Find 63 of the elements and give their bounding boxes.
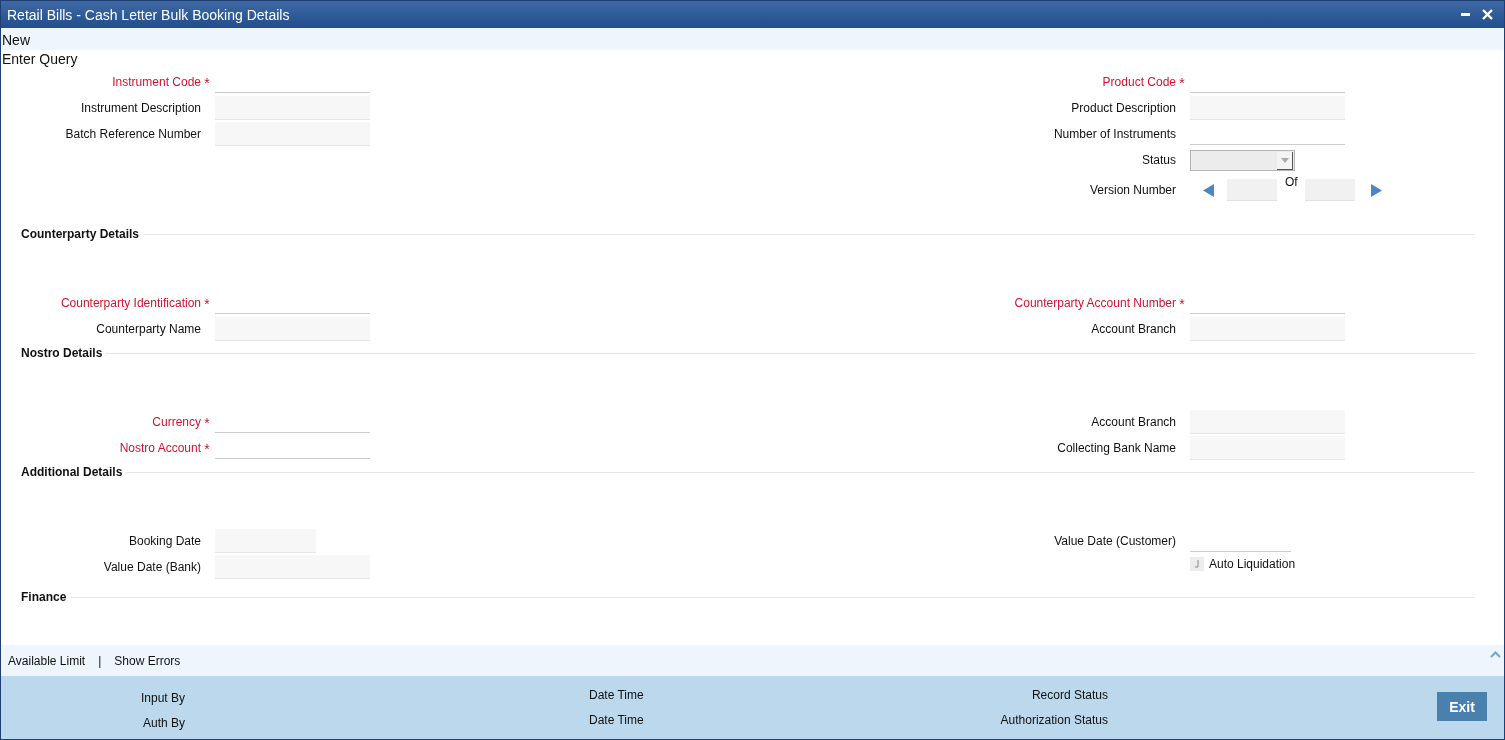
checkbox-label: Auto Liquidation — [1209, 557, 1296, 571]
input-field[interactable] — [1190, 317, 1345, 341]
next-arrow-icon[interactable] — [1371, 183, 1382, 197]
field-label: Value Date (Customer) — [1054, 534, 1176, 548]
input-field[interactable] — [1190, 96, 1345, 120]
field-label: Collecting Bank Name — [1057, 441, 1176, 455]
field-label: Booking Date — [128, 534, 201, 548]
audit-label: Authorization Status — [1000, 712, 1108, 728]
collapse-up-icon[interactable] — [1490, 651, 1501, 658]
required-mark: * — [203, 441, 211, 457]
field-label: Instrument Description — [80, 101, 201, 115]
field-label: Product Description — [1071, 101, 1176, 115]
input-field[interactable] — [215, 122, 370, 146]
audit-label: Record Status — [1031, 687, 1108, 703]
field-label: Status — [1141, 153, 1176, 167]
exit-button[interactable]: Exit — [1437, 692, 1487, 721]
input-field[interactable] — [1190, 436, 1345, 460]
field-label: Counterparty Identification — [60, 296, 201, 310]
close-icon — [1481, 9, 1493, 20]
required-mark: * — [203, 296, 211, 312]
field-label: Account Branch — [1091, 322, 1176, 336]
field-label: Product Code — [1102, 75, 1176, 89]
window-title: Retail Bills - Cash Letter Bulk Booking Details — [7, 6, 291, 23]
checkbox-mark-icon — [1195, 560, 1199, 568]
audit-label: Date Time — [589, 712, 644, 728]
required-mark: * — [203, 75, 211, 91]
audit-label: Input By — [140, 690, 185, 706]
field-label: Instrument Code — [112, 75, 201, 89]
caret-icon — [1280, 157, 1289, 163]
version-total-field[interactable] — [1305, 179, 1355, 201]
previous-arrow-icon[interactable] — [1203, 183, 1214, 197]
input-field[interactable] — [215, 317, 370, 341]
of-label: Of — [1284, 175, 1299, 189]
menu-link[interactable]: New — [1, 28, 1504, 50]
audit-label: Date Time — [589, 687, 644, 703]
section-title: Finance — [21, 590, 67, 604]
required-mark: * — [203, 415, 211, 431]
footer-link[interactable]: Show Errors — [114, 653, 181, 668]
field-label: Currency — [152, 415, 201, 429]
checkbox[interactable] — [1190, 557, 1204, 571]
audit-label: Auth By — [142, 715, 185, 731]
section-title: Additional Details — [21, 465, 123, 479]
field-label: Nostro Account — [119, 441, 201, 455]
section-title: Counterparty Details — [21, 227, 140, 241]
input-field[interactable] — [215, 96, 370, 120]
input-field[interactable] — [215, 529, 316, 553]
field-label: Counterparty Account Number — [1014, 296, 1176, 310]
field-label: Version Number — [1089, 183, 1176, 197]
input-field[interactable] — [1190, 410, 1345, 434]
field-label: Account Branch — [1091, 415, 1176, 429]
footer-link[interactable]: Available Limit — [8, 653, 86, 668]
minimize-icon — [1460, 13, 1470, 16]
input-field[interactable] — [215, 555, 370, 579]
field-label: Counterparty Name — [96, 322, 201, 336]
field-label: Batch Reference Number — [65, 127, 201, 141]
required-mark: * — [1178, 296, 1186, 312]
required-mark: * — [1178, 75, 1186, 91]
separator: | — [98, 653, 102, 668]
status-dropdown[interactable] — [1190, 149, 1295, 171]
section-title: Nostro Details — [21, 346, 103, 360]
version-field[interactable] — [1227, 179, 1277, 201]
field-label: Number of Instruments — [1053, 127, 1176, 141]
field-label: Value Date (Bank) — [103, 560, 201, 574]
